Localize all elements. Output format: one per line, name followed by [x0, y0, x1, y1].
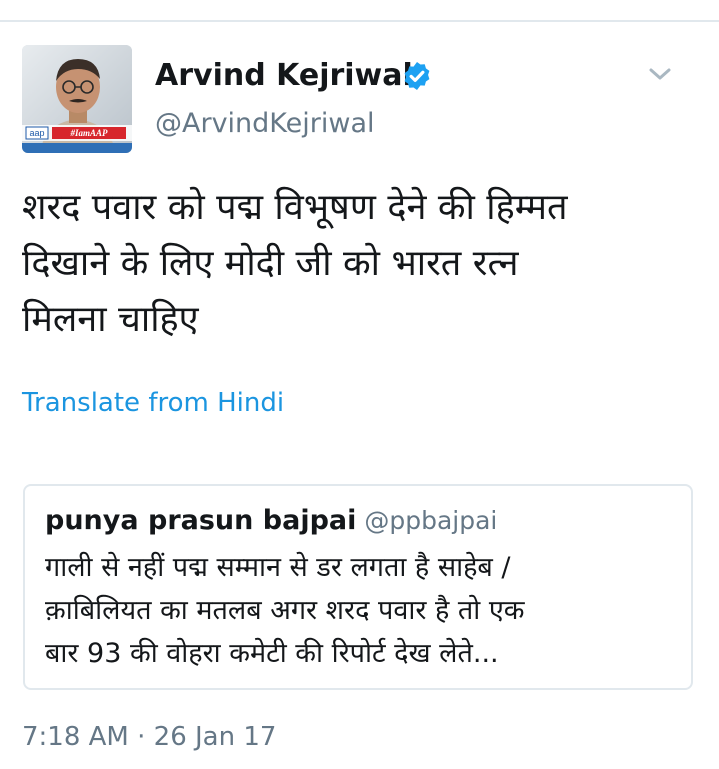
tweet-text-line: मिलना चाहिए: [22, 299, 199, 340]
quoted-tweet-text: गाली से नहीं पद्म सम्मान से डर लगता है स…: [45, 546, 680, 675]
tweet-text-line: दिखाने के लिए मोदी जी को भारत रत्न: [22, 243, 519, 284]
avatar-photo: aap #IamAAP: [22, 45, 132, 153]
tweet-text: शरद पवार को पद्म विभूषण देने की हिम्मत द…: [22, 180, 692, 348]
verified-badge-icon: [404, 62, 430, 90]
tweet-text-line: शरद पवार को पद्म विभूषण देने की हिम्मत: [22, 187, 568, 228]
avatar[interactable]: aap #IamAAP: [22, 45, 132, 153]
author-display-name[interactable]: Arvind Kejriwal: [155, 58, 413, 94]
quoted-author-handle: @ppbajpai: [364, 506, 498, 535]
quoted-tweet-header: punya prasun bajpai @ppbajpai: [45, 504, 497, 541]
tweet-timestamp[interactable]: 7:18 AM · 26 Jan 17: [22, 720, 276, 754]
avatar-hashtag-text: #IamAAP: [69, 128, 108, 138]
top-divider: [0, 20, 719, 22]
quoted-text-line: गाली से नहीं पद्म सम्मान से डर लगता है स…: [45, 552, 511, 583]
avatar-badge-text: aap: [29, 128, 44, 138]
chevron-down-icon[interactable]: [646, 62, 674, 86]
quoted-author-name: punya prasun bajpai: [45, 505, 357, 536]
quoted-text-line: क़ाबिलियत का मतलब अगर शरद पवार है तो एक: [45, 595, 525, 626]
quoted-text-line: बार 93 की वोहरा कमेटी की रिपोर्ट देख लेत…: [45, 638, 499, 669]
quoted-tweet-card[interactable]: punya prasun bajpai @ppbajpai गाली से नही…: [23, 484, 693, 690]
translate-link[interactable]: Translate from Hindi: [22, 385, 284, 421]
author-handle[interactable]: @ArvindKejriwal: [155, 107, 375, 141]
